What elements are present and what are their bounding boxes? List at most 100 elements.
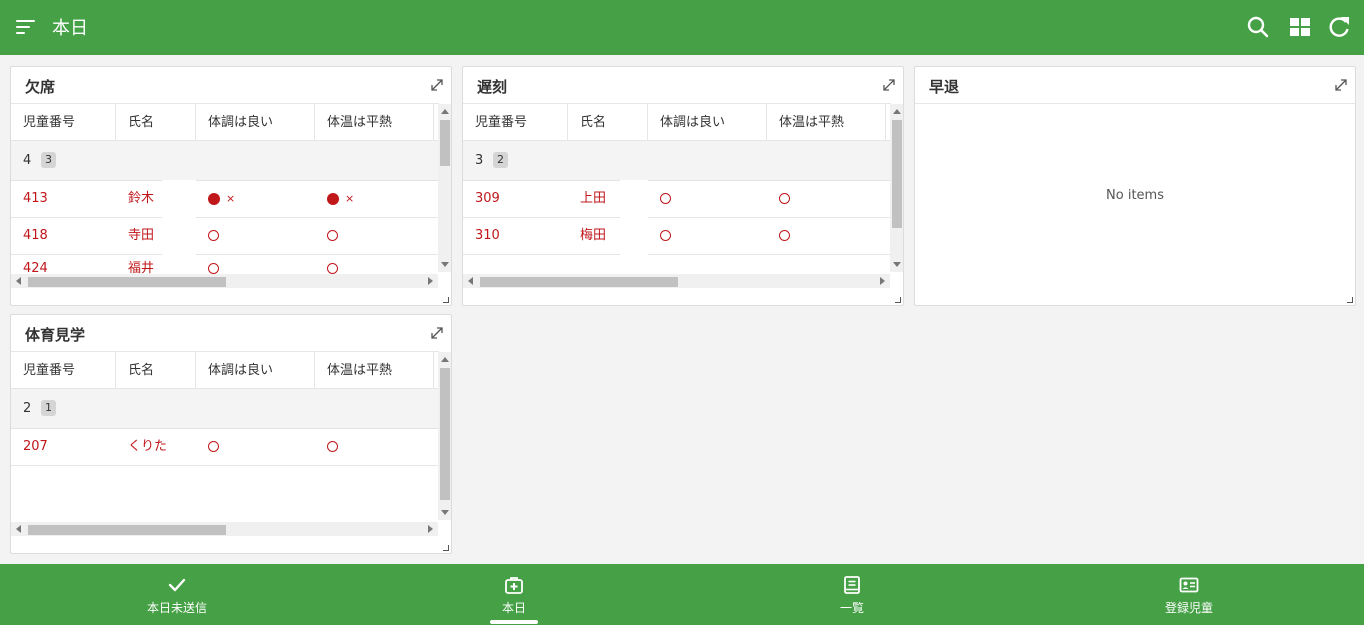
temperature-cell (315, 429, 338, 465)
table-row[interactable]: 413 鈴木 × × (11, 181, 439, 218)
nav-tab-today[interactable]: 本日 (414, 564, 614, 625)
condition-cell (648, 181, 671, 217)
column-header-condition[interactable]: 体調は良い (196, 104, 315, 141)
scroll-right-arrow-icon[interactable] (428, 525, 433, 533)
horizontal-scrollbar[interactable] (463, 274, 890, 288)
circle-icon (779, 193, 790, 204)
scroll-left-arrow-icon[interactable] (16, 277, 21, 285)
table-row[interactable]: 418 寺田 (11, 218, 439, 255)
condition-cell: × (196, 181, 235, 217)
scroll-right-arrow-icon[interactable] (880, 277, 885, 285)
resize-handle[interactable] (895, 297, 901, 303)
check-icon (167, 575, 187, 595)
scroll-down-arrow-icon[interactable] (441, 510, 449, 515)
scrollbar-thumb[interactable] (892, 120, 902, 228)
temperature-cell (315, 218, 338, 254)
scroll-up-arrow-icon[interactable] (441, 357, 449, 362)
expand-icon[interactable] (429, 77, 445, 93)
expand-icon[interactable] (881, 77, 897, 93)
scrollbar-thumb[interactable] (28, 525, 226, 535)
column-header-condition[interactable]: 体調は良い (196, 352, 315, 389)
student-name-cell: 福井 (128, 261, 155, 274)
scroll-up-arrow-icon[interactable] (893, 109, 901, 114)
scroll-down-arrow-icon[interactable] (441, 262, 449, 267)
circle-icon (208, 263, 219, 274)
book-icon (842, 575, 862, 595)
column-header-student-number[interactable]: 児童番号 (463, 104, 568, 141)
horizontal-scrollbar[interactable] (11, 274, 438, 288)
student-name-cell: 上田 (580, 191, 607, 206)
condition-cell (196, 218, 219, 254)
circle-icon (660, 193, 671, 204)
nav-tab-list[interactable]: 一覧 (752, 564, 952, 625)
absent-panel: 欠席 児童番号 氏名 体調は良い 体温は平熱 4 3 413 鈴木 × × 41… (10, 66, 452, 306)
student-number-cell: 418 (23, 228, 48, 243)
column-header-name[interactable]: 氏名 (116, 352, 196, 389)
temperature-cell: × (315, 181, 354, 217)
group-row[interactable]: 3 2 (463, 141, 891, 181)
group-row[interactable]: 4 3 (11, 141, 439, 181)
column-header-condition[interactable]: 体調は良い (648, 104, 767, 141)
scrollbar-thumb[interactable] (440, 120, 450, 166)
column-header-student-number[interactable]: 児童番号 (11, 352, 116, 389)
table-row[interactable]: 310 梅田 (463, 218, 891, 255)
temperature-cell (767, 181, 790, 217)
vertical-scrollbar[interactable] (438, 104, 451, 272)
column-header-student-number[interactable]: 児童番号 (11, 104, 116, 141)
scroll-down-arrow-icon[interactable] (893, 262, 901, 267)
nav-tab-registered-students[interactable]: 登録児童 (1089, 564, 1289, 625)
scrollbar-thumb[interactable] (480, 277, 678, 287)
search-icon[interactable] (1245, 14, 1271, 40)
panel-title: 早退 (929, 78, 960, 96)
condition-cell (648, 218, 671, 254)
vertical-scrollbar[interactable] (890, 104, 903, 272)
table-row[interactable]: 207 くりた (11, 429, 439, 466)
column-header-temperature[interactable]: 体温は平熱 (315, 104, 434, 141)
scroll-left-arrow-icon[interactable] (16, 525, 21, 533)
nav-tab-today-unsent[interactable]: 本日未送信 (77, 564, 277, 625)
expand-icon[interactable] (1333, 77, 1349, 93)
group-row[interactable]: 2 1 (11, 389, 439, 429)
empty-state-text: No items (1106, 188, 1164, 203)
filled-circle-icon (208, 193, 220, 205)
group-count-badge: 2 (493, 152, 508, 168)
group-count-badge: 3 (41, 152, 56, 168)
resize-handle[interactable] (443, 297, 449, 303)
nav-tab-label: 一覧 (839, 601, 864, 615)
scroll-left-arrow-icon[interactable] (468, 277, 473, 285)
dashboard-layout-icon[interactable] (1287, 14, 1313, 40)
circle-icon (779, 230, 790, 241)
scrollbar-thumb[interactable] (28, 277, 226, 287)
scrollbar-thumb[interactable] (440, 368, 450, 500)
table-row[interactable]: 309 上田 (463, 181, 891, 218)
table-row[interactable]: 424 福井 (11, 255, 439, 274)
student-name-cell: 梅田 (580, 228, 607, 243)
nav-tab-label: 本日未送信 (146, 601, 207, 615)
column-header-temperature[interactable]: 体温は平熱 (767, 104, 886, 141)
column-header-name[interactable]: 氏名 (116, 104, 196, 141)
scroll-right-arrow-icon[interactable] (428, 277, 433, 285)
refresh-icon[interactable] (1326, 14, 1352, 40)
divider (915, 103, 1355, 104)
horizontal-scrollbar[interactable] (11, 522, 438, 536)
medical-bag-icon (504, 575, 524, 595)
resize-handle[interactable] (1347, 297, 1353, 303)
resize-handle[interactable] (443, 545, 449, 551)
student-name-cell: 寺田 (128, 228, 155, 243)
group-value: 4 (23, 153, 32, 168)
expand-icon[interactable] (429, 325, 445, 341)
temperature-cell (315, 255, 338, 274)
redaction-block (620, 180, 648, 258)
circle-icon (660, 230, 671, 241)
scroll-up-arrow-icon[interactable] (441, 109, 449, 114)
condition-cell (196, 255, 219, 274)
column-header-temperature[interactable]: 体温は平熱 (315, 352, 434, 389)
student-name-cell: くりた (128, 439, 168, 454)
late-panel: 遅刻 児童番号 氏名 体調は良い 体温は平熱 3 2 309 上田 310 梅田 (462, 66, 904, 306)
page-title: 本日 (52, 18, 88, 39)
student-name-cell: 鈴木 (128, 191, 155, 206)
column-header-name[interactable]: 氏名 (568, 104, 648, 141)
vertical-scrollbar[interactable] (438, 352, 451, 520)
menu-icon[interactable] (16, 18, 36, 36)
group-value: 3 (475, 153, 484, 168)
